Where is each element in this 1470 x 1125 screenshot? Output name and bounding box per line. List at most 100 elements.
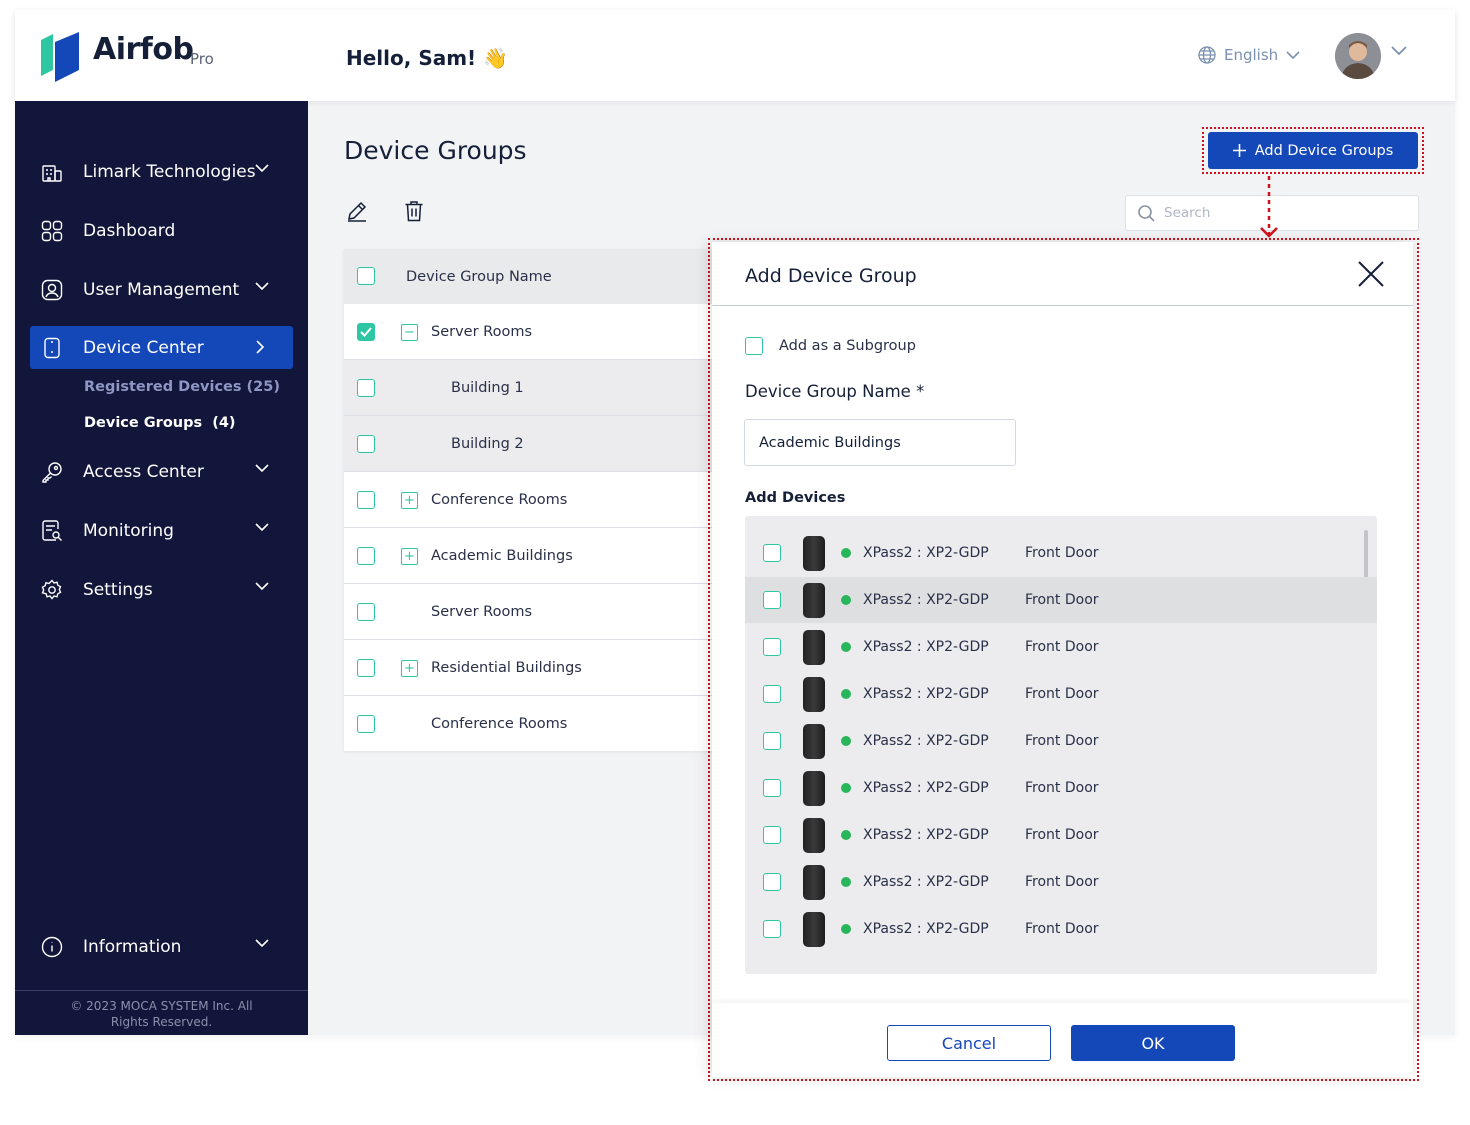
list-item[interactable]: XPass2 : XP2-GDP Front Door: [745, 765, 1377, 811]
list-item[interactable]: XPass2 : XP2-GDP Front Door: [745, 671, 1377, 717]
key-icon: [40, 460, 64, 484]
account-menu-chevron-icon[interactable]: [1391, 46, 1407, 56]
list-item[interactable]: XPass2 : XP2-GDP Front Door: [745, 812, 1377, 858]
sidebar-item-monitoring[interactable]: Monitoring: [30, 509, 293, 552]
table-row[interactable]: + Academic Buildings: [344, 528, 724, 584]
device-thumbnail-icon: [803, 724, 825, 759]
table-row[interactable]: − Server Rooms: [344, 304, 724, 360]
table-row[interactable]: Building 2: [344, 416, 724, 472]
device-checkbox[interactable]: [763, 826, 781, 844]
row-checkbox[interactable]: [357, 659, 375, 677]
sidebar-item-label: Access Center: [83, 461, 204, 482]
list-item[interactable]: XPass2 : XP2-GDP Front Door: [745, 859, 1377, 905]
device-checkbox[interactable]: [763, 779, 781, 797]
device-location: Front Door: [1025, 921, 1099, 937]
ok-button[interactable]: OK: [1071, 1025, 1235, 1061]
sidebar-subitem-registered-devices[interactable]: Registered Devices (25): [84, 379, 280, 395]
select-all-checkbox[interactable]: [357, 267, 375, 285]
sidebar-subitem-device-groups[interactable]: Device Groups (4): [84, 415, 236, 431]
expand-icon[interactable]: +: [401, 492, 418, 509]
sidebar-item-device-center[interactable]: Device Center: [30, 326, 293, 369]
top-bar: Airfob Pro Hello, Sam! 👋 English: [15, 10, 1455, 101]
row-checkbox[interactable]: [357, 491, 375, 509]
device-location: Front Door: [1025, 780, 1099, 796]
sidebar-item-access-center[interactable]: Access Center: [30, 450, 293, 493]
device-checkbox[interactable]: [763, 732, 781, 750]
list-item[interactable]: XPass2 : XP2-GDP Front Door: [745, 530, 1377, 576]
trash-icon[interactable]: [404, 200, 424, 222]
sidebar-item-organization[interactable]: Limark Technologies: [30, 150, 293, 193]
online-status-icon: [841, 689, 851, 699]
subgroup-option[interactable]: Add as a Subgroup: [745, 337, 916, 355]
device-thumbnail-icon: [803, 677, 825, 712]
check-icon: [360, 327, 372, 337]
list-item[interactable]: XPass2 : XP2-GDP Front Door: [745, 906, 1377, 952]
list-item[interactable]: XPass2 : XP2-GDP Front Door: [745, 718, 1377, 764]
chevron-down-icon: [255, 582, 269, 591]
device-checkbox[interactable]: [763, 685, 781, 703]
chevron-down-icon: [1286, 50, 1300, 59]
group-name: Conference Rooms: [431, 715, 568, 732]
subgroup-checkbox[interactable]: [745, 337, 763, 355]
expand-icon[interactable]: +: [401, 660, 418, 677]
list-item[interactable]: XPass2 : XP2-GDP Front Door: [745, 577, 1377, 623]
group-name: Academic Buildings: [431, 547, 573, 564]
sidebar-item-information[interactable]: Information: [30, 925, 293, 968]
gear-icon: [40, 578, 64, 602]
row-checkbox[interactable]: [357, 603, 375, 621]
sidebar-item-dashboard[interactable]: Dashboard: [30, 209, 293, 252]
avatar[interactable]: [1335, 33, 1381, 79]
device-name: XPass2 : XP2-GDP: [863, 733, 989, 749]
table-row[interactable]: + Residential Buildings: [344, 640, 724, 696]
edit-icon[interactable]: [346, 200, 368, 222]
device-location: Front Door: [1025, 545, 1099, 561]
info-icon: [40, 935, 64, 959]
device-checkbox[interactable]: [763, 638, 781, 656]
expand-icon[interactable]: +: [401, 548, 418, 565]
row-checkbox[interactable]: [357, 435, 375, 453]
device-name: XPass2 : XP2-GDP: [863, 780, 989, 796]
device-checkbox[interactable]: [763, 591, 781, 609]
table-row[interactable]: Server Rooms: [344, 584, 724, 640]
language-selector[interactable]: English: [1198, 46, 1300, 64]
close-icon[interactable]: [1357, 260, 1385, 288]
row-checkbox[interactable]: [357, 547, 375, 565]
chevron-down-icon: [255, 282, 269, 291]
row-checkbox[interactable]: [357, 379, 375, 397]
device-name: XPass2 : XP2-GDP: [863, 921, 989, 937]
building-icon: [40, 160, 64, 184]
row-checkbox[interactable]: [357, 715, 375, 733]
table-row[interactable]: Conference Rooms: [344, 696, 724, 751]
device-checkbox[interactable]: [763, 544, 781, 562]
device-name: XPass2 : XP2-GDP: [863, 874, 989, 890]
airfob-logo-icon: [41, 32, 79, 82]
sidebar-divider: [15, 990, 308, 991]
sidebar-item-user-management[interactable]: User Management: [30, 268, 293, 311]
column-header: Device Group Name: [406, 268, 552, 285]
sidebar-item-label: Limark Technologies: [83, 161, 256, 182]
device-list: XPass2 : XP2-GDP Front Door XPass2 : XP2…: [745, 516, 1377, 974]
sidebar: Limark Technologies Dashboard User Manag…: [15, 101, 308, 1035]
table-row[interactable]: + Conference Rooms: [344, 472, 724, 528]
online-status-icon: [841, 736, 851, 746]
group-name-field[interactable]: Academic Buildings: [744, 419, 1016, 466]
sidebar-item-label: Settings: [83, 579, 153, 600]
chevron-down-icon: [255, 939, 269, 948]
device-checkbox[interactable]: [763, 873, 781, 891]
group-name: Server Rooms: [431, 323, 533, 340]
list-item[interactable]: XPass2 : XP2-GDP Front Door: [745, 624, 1377, 670]
device-name: XPass2 : XP2-GDP: [863, 592, 989, 608]
row-checkbox[interactable]: [357, 323, 375, 341]
device-location: Front Door: [1025, 592, 1099, 608]
collapse-icon[interactable]: −: [401, 324, 418, 341]
device-icon: [40, 336, 64, 360]
online-status-icon: [841, 595, 851, 605]
device-checkbox[interactable]: [763, 920, 781, 938]
sidebar-item-settings[interactable]: Settings: [30, 568, 293, 611]
add-devices-label: Add Devices: [745, 490, 846, 506]
cancel-button[interactable]: Cancel: [887, 1025, 1051, 1061]
table-row[interactable]: Building 1: [344, 360, 724, 416]
device-name: XPass2 : XP2-GDP: [863, 545, 989, 561]
device-name: XPass2 : XP2-GDP: [863, 639, 989, 655]
group-name: Conference Rooms: [431, 491, 568, 508]
